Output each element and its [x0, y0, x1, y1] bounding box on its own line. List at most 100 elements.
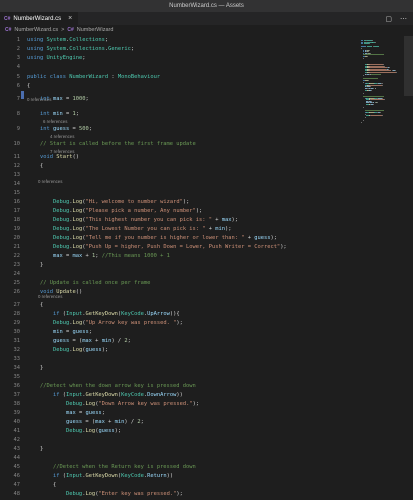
code-line[interactable]: 28 if (Input.GetKeyDown(KeyCode.UpArrow)…	[0, 310, 360, 319]
code-line[interactable]: 16 Debug.Log("Hi, welcome to number wiza…	[0, 198, 360, 207]
line-number: 4	[16, 64, 20, 70]
code-text: //Detect when the down arrow key is pres…	[27, 383, 196, 389]
code-line[interactable]: 36 //Detect when the down arrow key is p…	[0, 382, 360, 391]
code-text: min = guess;	[52, 329, 92, 335]
code-line[interactable]: 8 int min = 1;	[0, 110, 360, 119]
code-line[interactable]: 43 }	[0, 445, 360, 454]
code-line[interactable]: 22 max = max + 1; //This means 1000 + 1	[0, 252, 360, 261]
line-number: 19	[13, 226, 21, 232]
code-line[interactable]: 46 if (Input.GetKeyDown(KeyCode.Return))	[0, 472, 360, 481]
csharp-file-icon: C#	[5, 27, 12, 33]
line-number: 13	[13, 172, 21, 178]
line-number: 39	[13, 410, 21, 416]
line-number: 2	[16, 46, 20, 52]
line-number: 22	[13, 253, 21, 259]
code-line[interactable]: 48 Debug.Log("Enter key was pressed.");	[0, 490, 360, 499]
code-line[interactable]: 20 Debug.Log("Tell me if you number is h…	[0, 234, 360, 243]
breadcrumb-symbol[interactable]: NumberWizard	[77, 25, 114, 36]
code-line[interactable]: 45 //Detect when the Return key is press…	[0, 463, 360, 472]
line-number: 45	[13, 464, 21, 470]
line-number: 34	[13, 365, 21, 371]
code-line[interactable]: 44	[0, 454, 360, 463]
line-number: 48	[13, 491, 21, 497]
code-text: Debug.Log(guess);	[65, 428, 122, 434]
line-number: 31	[13, 338, 21, 344]
code-line[interactable]: 14	[0, 180, 360, 189]
code-editor[interactable]: 0 references 6 references 4 references 7…	[0, 36, 360, 500]
line-number: 40	[13, 419, 21, 425]
code-line[interactable]: 26 void Update()	[0, 288, 360, 297]
line-number: 21	[13, 244, 21, 250]
code-line[interactable]: 30 min = guess;	[0, 328, 360, 337]
code-text: if (Input.GetKeyDown(KeyCode.DownArrow))	[52, 392, 183, 398]
line-number: 25	[13, 280, 21, 286]
code-line[interactable]: 13	[0, 171, 360, 180]
code-line[interactable]: 15	[0, 189, 360, 198]
tab-numberwizard[interactable]: C# NumberWizard.cs ×	[0, 12, 80, 25]
code-line[interactable]: 33	[0, 355, 360, 364]
line-number: 43	[13, 446, 21, 452]
more-actions-icon[interactable]: ⋯	[400, 15, 407, 23]
line-number: 38	[13, 401, 21, 407]
code-line[interactable]: 11 void Start()	[0, 153, 360, 162]
minimap-token	[362, 75, 364, 77]
code-line[interactable]: 12 {	[0, 162, 360, 171]
code-line[interactable]: 6{	[0, 82, 360, 91]
code-line[interactable]: 37 if (Input.GetKeyDown(KeyCode.DownArro…	[0, 391, 360, 400]
code-line[interactable]: 34 }	[0, 364, 360, 373]
code-line[interactable]: 18 Debug.Log("This highest number you ca…	[0, 216, 360, 225]
minimap-token	[373, 104, 375, 105]
code-line[interactable]: 31 guess = (max + min) / 2;	[0, 337, 360, 346]
code-line[interactable]: 9 int guess = 500;	[0, 125, 360, 134]
line-number: 7	[16, 96, 20, 102]
code-text: if (Input.GetKeyDown(KeyCode.Return))	[52, 473, 174, 479]
code-line[interactable]: 23 }	[0, 261, 360, 270]
code-line[interactable]: 4	[0, 63, 360, 72]
scrollbar-thumb[interactable]	[404, 36, 413, 96]
code-line[interactable]: 39 max = guess;	[0, 409, 360, 418]
code-text: Debug.Log("Push Up = higher, Push Down =…	[52, 244, 287, 250]
line-number: 14	[13, 181, 21, 187]
code-text: public class NumberWizard : MonoBehaviou…	[27, 74, 161, 80]
code-line[interactable]: 35	[0, 373, 360, 382]
vertical-scrollbar[interactable]	[404, 36, 413, 500]
line-number: 20	[13, 235, 21, 241]
code-line[interactable]: 1 using System.Collections;	[0, 36, 360, 45]
code-line[interactable]: 10 // Start is called before the first f…	[0, 140, 360, 149]
code-text: Debug.Log("The Lowest Number you can pic…	[52, 226, 232, 232]
code-line[interactable]: 41 Debug.Log(guess);	[0, 427, 360, 436]
code-line[interactable]: 38 Debug.Log("Down Arrow key was pressed…	[0, 400, 360, 409]
code-line[interactable]: 21 Debug.Log("Push Up = higher, Push Dow…	[0, 243, 360, 252]
minimap[interactable]	[358, 36, 404, 500]
code-line[interactable]: 7 int max = 1000;	[0, 95, 360, 104]
code-line[interactable]: 17 Debug.Log("Please pick a number, Any …	[0, 207, 360, 216]
line-number: 5	[16, 74, 20, 80]
code-line[interactable]: 29 Debug.Log("Up Arrow key was pressed. …	[0, 319, 360, 328]
tab-label: NumberWizard.cs	[13, 15, 62, 22]
code-line[interactable]: 5 public class NumberWizard : MonoBehavio…	[0, 73, 360, 82]
code-line[interactable]: 2 using System.Collections.Generic;	[0, 45, 360, 54]
code-line[interactable]: 27 {	[0, 301, 360, 310]
close-icon[interactable]: ×	[68, 15, 72, 22]
split-editor-icon[interactable]: ▢	[385, 15, 392, 23]
minimap-token	[368, 43, 370, 45]
minimap-token	[366, 46, 373, 48]
code-text: if (Input.GetKeyDown(KeyCode.UpArrow)){	[52, 311, 180, 317]
code-line[interactable]: 25 // Update is called once per frame	[0, 279, 360, 288]
code-line[interactable]: 19 Debug.Log("The Lowest Number you can …	[0, 225, 360, 234]
breadcrumb-file[interactable]: NumberWizard.cs	[14, 25, 58, 36]
minimap-token	[374, 88, 376, 89]
code-line[interactable]: 32 Debug.Log(guess);	[0, 346, 360, 355]
code-text: Debug.Log("This highest number you can p…	[52, 217, 239, 223]
code-line[interactable]: 42	[0, 436, 360, 445]
code-line[interactable]: 24	[0, 270, 360, 279]
minimap-token	[370, 99, 384, 101]
code-line[interactable]: 47 {	[0, 481, 360, 490]
code-line[interactable]: 3 using UnityEngine;	[0, 54, 360, 63]
code-line[interactable]: 40 guess = (max + min) / 2;	[0, 418, 360, 427]
code-text: // Update is called once per frame	[39, 280, 151, 286]
minimap-token	[367, 80, 369, 81]
minimap-token	[369, 84, 382, 86]
tab-bar: C# NumberWizard.cs × ▢ ⋯	[0, 12, 413, 25]
code-text: max = guess;	[65, 410, 105, 416]
